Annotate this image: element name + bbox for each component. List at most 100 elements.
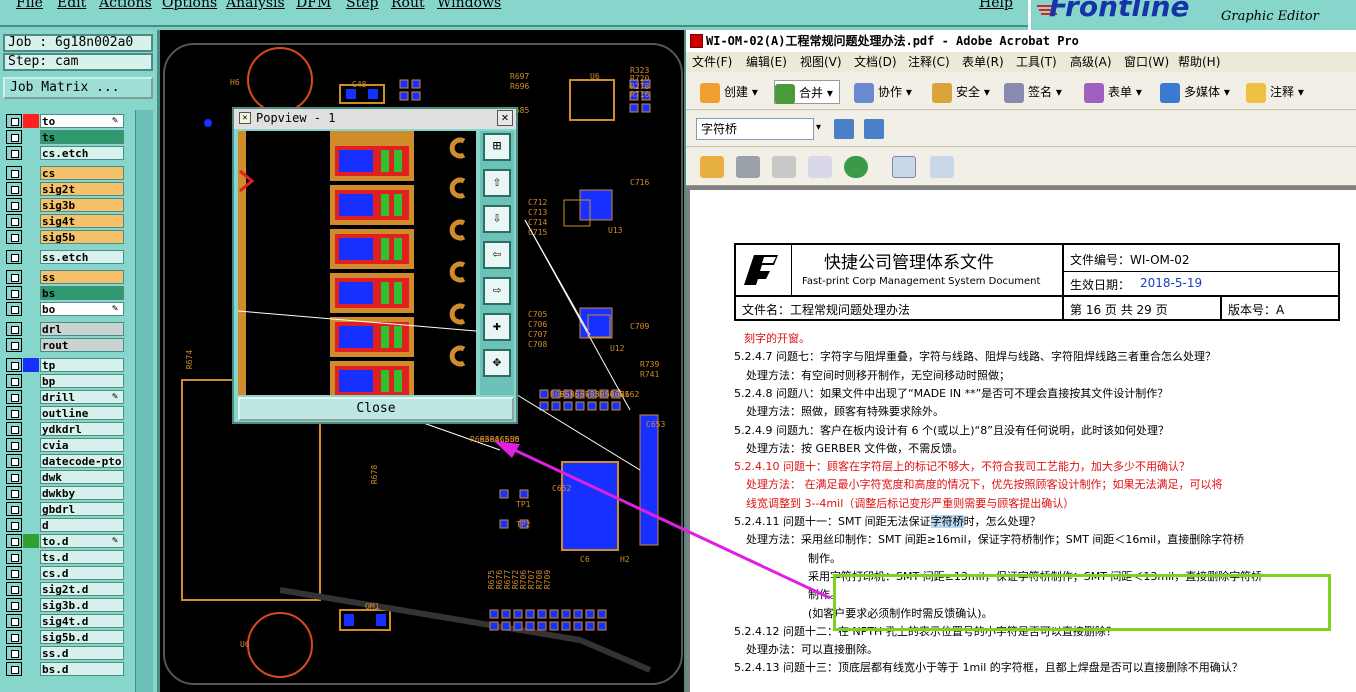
- popview-close-button[interactable]: Close: [238, 397, 514, 421]
- pan-down-icon[interactable]: ⇩: [483, 205, 511, 233]
- acro-menu-advanced[interactable]: 高级(A): [1070, 52, 1112, 72]
- find-input[interactable]: 字符桥: [696, 118, 814, 140]
- layer-checkbox[interactable]: [6, 406, 22, 420]
- acro-menu-edit[interactable]: 编辑(E): [746, 52, 787, 72]
- zoom-in-icon[interactable]: ✚: [483, 313, 511, 341]
- create-button[interactable]: 创建 ▾: [700, 80, 758, 104]
- layer-name[interactable]: bp: [40, 374, 124, 388]
- forms-button[interactable]: 表单 ▾: [1084, 80, 1142, 104]
- layer-name[interactable]: ss.etch: [40, 250, 124, 264]
- acro-menu-window[interactable]: 窗口(W): [1124, 52, 1169, 72]
- layer-checkbox[interactable]: [6, 582, 22, 596]
- layer-row[interactable]: ss: [6, 270, 124, 284]
- fit-width-icon[interactable]: [892, 156, 916, 178]
- layer-row[interactable]: d: [6, 518, 124, 532]
- layer-name[interactable]: cs.etch: [40, 146, 124, 160]
- layer-checkbox[interactable]: [6, 470, 22, 484]
- acro-menu-file[interactable]: 文件(F): [692, 52, 732, 72]
- open-folder-icon[interactable]: [700, 156, 724, 178]
- job-matrix-button[interactable]: Job Matrix ...: [3, 77, 153, 99]
- layer-name[interactable]: sig3b: [40, 198, 124, 212]
- layer-checkbox[interactable]: [6, 598, 22, 612]
- layer-checkbox[interactable]: [6, 338, 22, 352]
- layer-row[interactable]: bo ✎: [6, 302, 124, 316]
- layer-checkbox[interactable]: [6, 250, 22, 264]
- web-upload-icon[interactable]: [844, 156, 868, 178]
- layer-name[interactable]: cs.d: [40, 566, 124, 580]
- layer-row[interactable]: ydkdrl: [6, 422, 124, 436]
- layer-row[interactable]: to ✎: [6, 114, 124, 128]
- acro-menu-document[interactable]: 文档(D): [854, 52, 897, 72]
- layer-row[interactable]: datecode-pto: [6, 454, 124, 468]
- layer-row[interactable]: bp: [6, 374, 124, 388]
- layer-row[interactable]: sig5b.d: [6, 630, 124, 644]
- layer-row[interactable]: ss.etch: [6, 250, 124, 264]
- layer-row[interactable]: sig3b: [6, 198, 124, 212]
- layer-row[interactable]: outline: [6, 406, 124, 420]
- pan-right-icon[interactable]: ⇨: [483, 277, 511, 305]
- layer-checkbox[interactable]: [6, 302, 22, 316]
- layer-name[interactable]: sig2t.d: [40, 582, 124, 596]
- layer-checkbox[interactable]: [6, 486, 22, 500]
- multimedia-button[interactable]: 多媒体 ▾: [1160, 80, 1230, 104]
- layer-checkbox[interactable]: [6, 130, 22, 144]
- layer-row[interactable]: sig3b.d: [6, 598, 124, 612]
- print-icon[interactable]: [736, 156, 760, 178]
- document-viewport[interactable]: 快捷公司管理体系文件 Fast-print Corp Management Sy…: [686, 186, 1356, 692]
- acro-menu-tools[interactable]: 工具(T): [1016, 52, 1057, 72]
- layer-checkbox[interactable]: [6, 662, 22, 676]
- layer-row[interactable]: cs.d: [6, 566, 124, 580]
- layer-row[interactable]: drl: [6, 322, 124, 336]
- layer-checkbox[interactable]: [6, 630, 22, 644]
- layer-checkbox[interactable]: [6, 390, 22, 404]
- layer-row[interactable]: ts.d: [6, 550, 124, 564]
- fit-page-icon[interactable]: [930, 156, 954, 178]
- layer-name[interactable]: bs: [40, 286, 124, 300]
- layer-name[interactable]: dwkby: [40, 486, 124, 500]
- layer-checkbox[interactable]: [6, 374, 22, 388]
- layer-row[interactable]: sig2t: [6, 182, 124, 196]
- layer-checkbox[interactable]: [6, 566, 22, 580]
- layer-checkbox[interactable]: [6, 146, 22, 160]
- popview-close-icon[interactable]: ✕: [497, 110, 513, 126]
- layer-row[interactable]: ts: [6, 130, 124, 144]
- layer-checkbox[interactable]: [6, 358, 22, 372]
- layer-row[interactable]: cvia: [6, 438, 124, 452]
- layer-name[interactable]: tp: [40, 358, 124, 372]
- secure-button[interactable]: 安全 ▾: [932, 80, 990, 104]
- layer-name[interactable]: d: [40, 518, 124, 532]
- acro-menu-comments[interactable]: 注释(C): [908, 52, 950, 72]
- layer-row[interactable]: sig4t.d: [6, 614, 124, 628]
- menu-dfm[interactable]: DFM: [296, 0, 331, 11]
- layer-row[interactable]: to.d ✎: [6, 534, 124, 548]
- layer-name[interactable]: ydkdrl: [40, 422, 124, 436]
- layer-name[interactable]: outline: [40, 406, 124, 420]
- layer-name[interactable]: cs: [40, 166, 124, 180]
- popview-canvas[interactable]: [238, 131, 476, 395]
- menu-edit[interactable]: Edit: [57, 0, 86, 11]
- popview-titlebar[interactable]: ✕ Popview - 1 ✕: [234, 109, 516, 129]
- layer-name[interactable]: sig2t: [40, 182, 124, 196]
- layer-name[interactable]: cvia: [40, 438, 124, 452]
- acro-menu-help[interactable]: 帮助(H): [1178, 52, 1220, 72]
- layer-checkbox[interactable]: [6, 518, 22, 532]
- layer-scrollbar[interactable]: [135, 110, 153, 692]
- menu-rout[interactable]: Rout: [391, 0, 425, 11]
- collaborate-button[interactable]: 协作 ▾: [854, 80, 912, 104]
- acro-menu-forms[interactable]: 表单(R): [962, 52, 1004, 72]
- layer-name[interactable]: sig4t: [40, 214, 124, 228]
- layer-checkbox[interactable]: [6, 166, 22, 180]
- layer-checkbox[interactable]: [6, 646, 22, 660]
- acrobat-titlebar[interactable]: WI-OM-02(A)工程常规问题处理办法.pdf - Adobe Acroba…: [686, 30, 1356, 52]
- find-dropdown-icon[interactable]: ▾: [816, 122, 821, 133]
- layer-name[interactable]: sig4t.d: [40, 614, 124, 628]
- layer-row[interactable]: tp: [6, 358, 124, 372]
- combine-button[interactable]: 合并 ▾: [774, 80, 840, 104]
- save-icon[interactable]: [772, 156, 796, 178]
- layer-name[interactable]: sig3b.d: [40, 598, 124, 612]
- menu-help[interactable]: Help: [979, 0, 1013, 11]
- layer-name[interactable]: datecode-pto: [40, 454, 124, 468]
- layer-name[interactable]: sig5b: [40, 230, 124, 244]
- menu-actions[interactable]: Actions: [99, 0, 152, 11]
- layer-row[interactable]: gbdrl: [6, 502, 124, 516]
